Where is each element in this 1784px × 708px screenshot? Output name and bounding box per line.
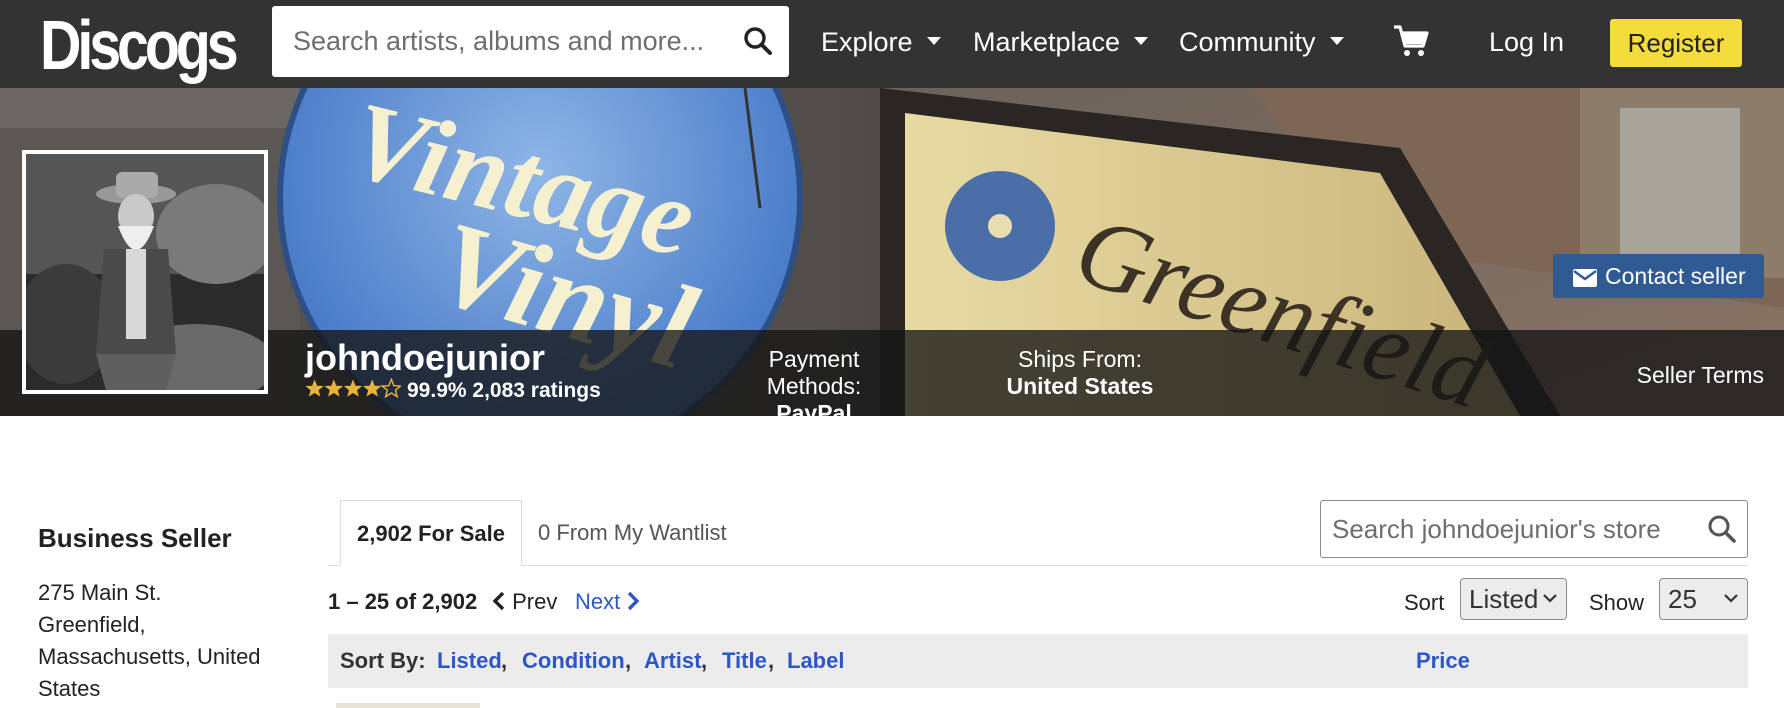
chevron-left-icon [492, 591, 505, 611]
site-search-input[interactable] [272, 6, 732, 77]
cart-icon[interactable] [1393, 24, 1429, 58]
ships-from-value: United States [1006, 373, 1154, 399]
first-listing-thumbnail[interactable] [336, 703, 480, 708]
discogs-logo[interactable]: Discogs [40, 6, 239, 84]
sort-label: Sort [1404, 590, 1445, 615]
seller-name[interactable]: johndoejunior [305, 338, 545, 378]
sort-separator: , [768, 648, 775, 673]
payment-methods-label: Payment Methods: [766, 346, 862, 399]
nav-marketplace[interactable]: Marketplace [973, 22, 1149, 62]
sort-by-artist[interactable]: Artist [644, 648, 701, 674]
seller-terms-link[interactable]: Seller Terms [1637, 362, 1764, 389]
store-banner: Vintage Vinyl Greenfield johndoejunior 9… [0, 88, 1784, 416]
address-line: 275 Main St. [38, 580, 162, 605]
ships-from-label: Ships From: [1018, 346, 1142, 372]
prev-label: Prev [512, 589, 558, 614]
seller-address: 275 Main St. Greenfield, Massachusetts, … [38, 577, 278, 705]
sort-by-label-link[interactable]: Label [787, 648, 844, 674]
contact-seller-label: Contact seller [1605, 263, 1746, 289]
nav-explore-label: Explore [821, 27, 913, 57]
results-range: 1 – 25 of 2,902 [328, 589, 478, 614]
tab-for-sale[interactable]: 2,902 For Sale [340, 500, 522, 566]
chevron-down-icon [926, 36, 941, 45]
sort-by-price[interactable]: Price [1416, 648, 1470, 674]
contact-seller-button[interactable]: Contact seller [1553, 254, 1764, 298]
site-search [272, 6, 789, 77]
nav-marketplace-label: Marketplace [973, 27, 1121, 57]
sort-by-title[interactable]: Title [722, 648, 767, 674]
seller-avatar-image [26, 154, 264, 390]
next-page-link[interactable]: Next [575, 587, 640, 617]
store-search-input[interactable] [1321, 501, 1701, 557]
sort-select-value: Listed [1469, 584, 1539, 614]
address-line: States [38, 676, 101, 701]
sort-by-listed[interactable]: Listed [437, 648, 502, 674]
register-button[interactable]: Register [1610, 19, 1742, 67]
search-icon[interactable] [1707, 514, 1737, 544]
logo-text: Discogs [40, 6, 239, 84]
sort-by-bar: Sort By: Listed , Condition , Artist , T… [328, 634, 1748, 688]
seller-avatar[interactable] [22, 150, 268, 394]
rating-count: 2,083 ratings [472, 379, 601, 402]
chevron-right-icon [628, 591, 640, 611]
sort-select[interactable]: Listed [1460, 578, 1567, 620]
sort-separator: , [701, 648, 708, 673]
tab-from-wantlist[interactable]: 0 From My Wantlist [538, 500, 727, 566]
chevron-down-icon [1134, 36, 1149, 45]
show-select[interactable]: 25 [1659, 578, 1748, 620]
show-select-value: 25 [1668, 584, 1697, 614]
sort-separator: , [625, 648, 632, 673]
chevron-down-icon [1329, 36, 1344, 45]
prev-page-link[interactable]: Prev [492, 587, 557, 617]
nav-community[interactable]: Community [1179, 22, 1344, 62]
nav-explore[interactable]: Explore [821, 22, 941, 62]
business-seller-title: Business Seller [38, 523, 232, 553]
ships-from: Ships From: United States [1000, 346, 1160, 400]
store-search [1320, 500, 1748, 558]
payment-methods-value: PayPal [776, 400, 852, 416]
chevron-down-icon [1543, 594, 1557, 603]
nav-community-label: Community [1179, 27, 1316, 57]
address-line: Massachusetts, United [38, 644, 261, 669]
top-nav-bar: Discogs Explore Marketplace Community Lo… [0, 0, 1784, 88]
login-link[interactable]: Log In [1489, 22, 1564, 62]
sort-by-condition[interactable]: Condition [522, 648, 625, 674]
address-line: Greenfield, [38, 612, 146, 637]
sort-by-label: Sort By: [340, 648, 426, 673]
star-rating-icon [305, 378, 401, 399]
next-label: Next [575, 589, 621, 614]
chevron-down-icon [1724, 594, 1738, 603]
sort-separator: , [501, 648, 508, 673]
payment-methods: Payment Methods: PayPal [720, 346, 908, 416]
search-icon[interactable] [743, 26, 773, 56]
envelope-icon [1573, 269, 1597, 287]
show-label: Show [1589, 590, 1645, 615]
rating-percent: 99.9% [407, 379, 467, 402]
seller-rating[interactable]: 99.9% 2,083 ratings [305, 378, 601, 404]
